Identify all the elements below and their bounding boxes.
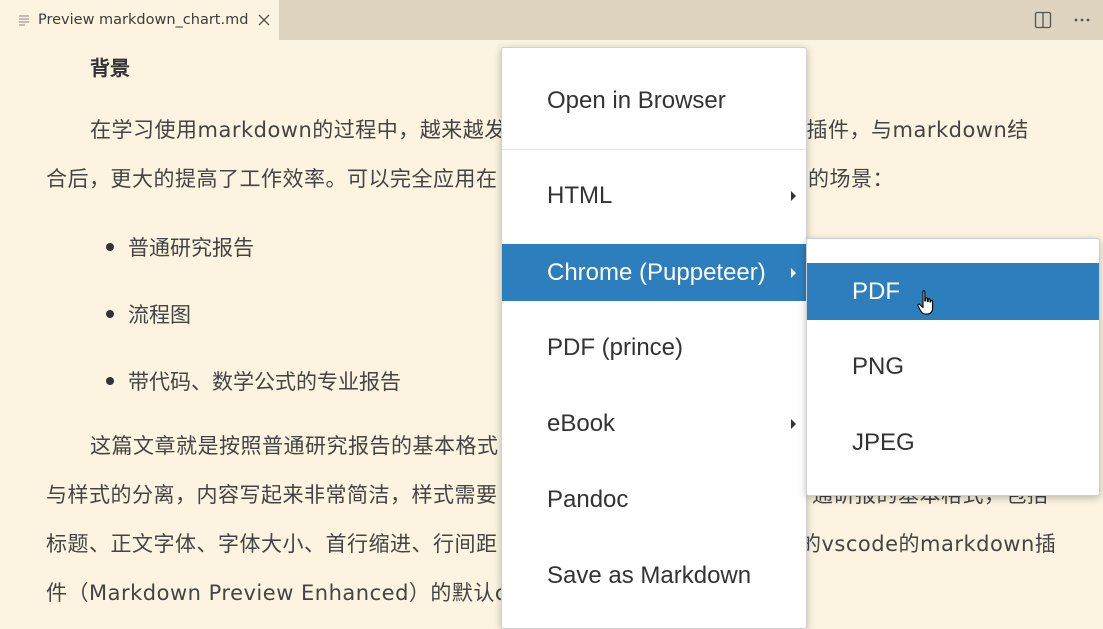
tab-title: Preview markdown_chart.md: [38, 12, 249, 28]
menu-item-pdf-prince[interactable]: PDF (prince): [502, 319, 806, 377]
close-icon[interactable]: [256, 12, 272, 28]
split-editor-icon[interactable]: [1031, 8, 1055, 32]
menu-item-ebook[interactable]: eBook: [502, 395, 806, 453]
submenu-arrow-icon: [791, 419, 796, 429]
submenu-item-png[interactable]: PNG: [807, 338, 1099, 396]
paragraph-line: 的vscode的markdown插: [800, 532, 1057, 556]
menu-item-open-in-browser[interactable]: Open in Browser: [502, 68, 806, 134]
tab-bar: Preview markdown_chart.md: [0, 0, 1103, 40]
submenu-item-pdf[interactable]: PDF: [807, 263, 1099, 320]
more-actions-icon[interactable]: [1070, 8, 1094, 32]
paragraph-line: 的插件，与markdown结: [785, 118, 1029, 142]
bullet-dot: [106, 310, 114, 318]
paragraph-line: 的场景：: [808, 167, 894, 191]
hand-pointer-icon: [917, 290, 937, 316]
menu-separator: [502, 149, 806, 150]
list-item: 普通研究报告: [106, 232, 254, 262]
submenu-arrow-icon: [791, 267, 796, 278]
bullet-dot: [106, 243, 114, 251]
editor-tab[interactable]: Preview markdown_chart.md: [0, 0, 279, 40]
section-heading: 背景: [90, 56, 130, 80]
submenu-item-jpeg[interactable]: JPEG: [807, 414, 1099, 472]
menu-item-pandoc[interactable]: Pandoc: [502, 471, 806, 529]
submenu-arrow-icon: [791, 191, 796, 201]
list-item: 流程图: [106, 299, 191, 329]
export-context-menu: Open in Browser HTML Chrome (Puppeteer) …: [501, 47, 807, 629]
bullet-dot: [106, 377, 114, 385]
menu-item-save-as-markdown[interactable]: Save as Markdown: [502, 547, 806, 605]
menu-item-html[interactable]: HTML: [502, 166, 806, 226]
list-item: 带代码、数学公式的专业报告: [106, 366, 401, 396]
preview-lines-icon: [18, 14, 30, 26]
chrome-submenu: PDF PNG JPEG: [806, 238, 1100, 496]
menu-item-chrome-puppeteer[interactable]: Chrome (Puppeteer): [502, 244, 806, 301]
